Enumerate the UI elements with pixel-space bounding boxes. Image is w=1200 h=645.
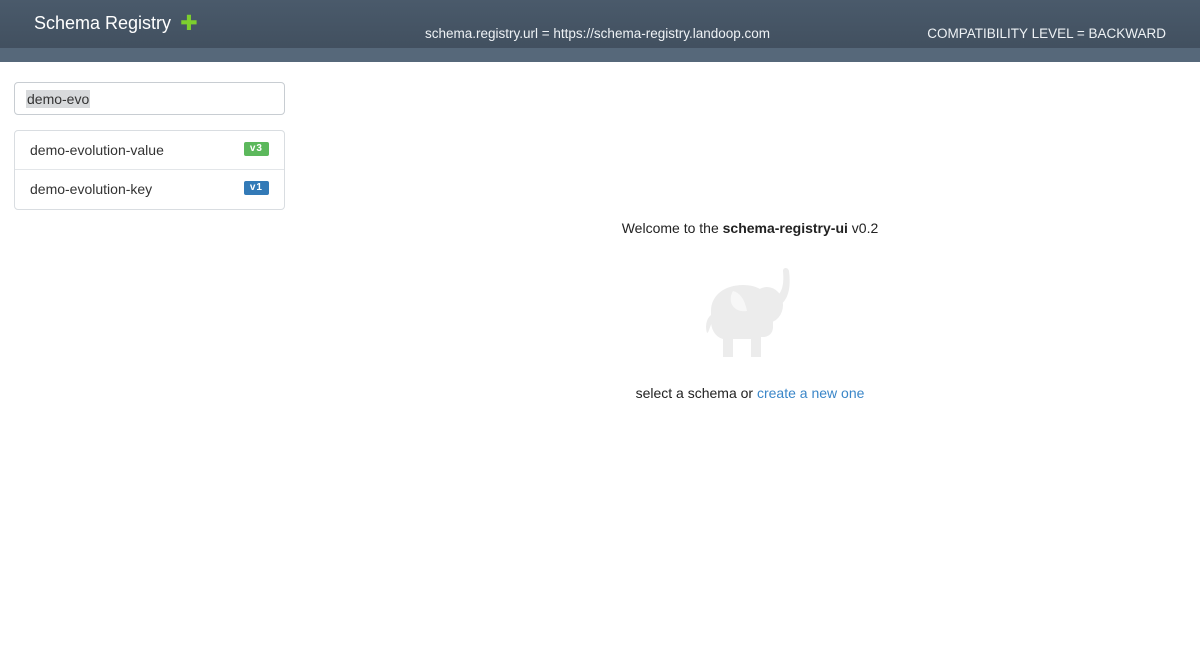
- schema-search-input[interactable]: [14, 82, 285, 115]
- brand-label[interactable]: Schema Registry: [34, 13, 171, 34]
- welcome-message: Welcome to the schema-registry-ui v0.2: [500, 220, 1000, 236]
- list-item-demo-evolution-key[interactable]: demo-evolution-key v1: [15, 170, 284, 209]
- app-version: v0.2: [847, 220, 879, 236]
- app-name: schema-registry-ui: [722, 220, 848, 236]
- elephant-icon: [706, 268, 790, 357]
- list-item-label: demo-evolution-key: [30, 181, 153, 197]
- create-new-schema-link[interactable]: create a new one: [757, 385, 864, 401]
- compatibility-level-label: COMPATIBILITY LEVEL = BACKWARD: [927, 26, 1166, 41]
- plus-icon[interactable]: ✚: [180, 13, 198, 34]
- brand-title[interactable]: Schema Registry ✚: [34, 13, 198, 34]
- list-item-demo-evolution-value[interactable]: demo-evolution-value v3: [15, 131, 284, 170]
- version-badge: v1: [243, 181, 269, 195]
- list-item-label: demo-evolution-value: [30, 142, 164, 158]
- select-text: select a schema or: [635, 385, 757, 401]
- version-badge: v3: [243, 142, 269, 156]
- select-schema-prompt: select a schema or create a new one: [500, 385, 1000, 401]
- schema-list: demo-evolution-value v3 demo-evolution-k…: [14, 130, 285, 210]
- top-navbar: Schema Registry ✚ schema.registry.url = …: [0, 0, 1200, 62]
- registry-url-label: schema.registry.url = https://schema-reg…: [425, 26, 771, 41]
- welcome-prefix: Welcome to the: [621, 220, 723, 236]
